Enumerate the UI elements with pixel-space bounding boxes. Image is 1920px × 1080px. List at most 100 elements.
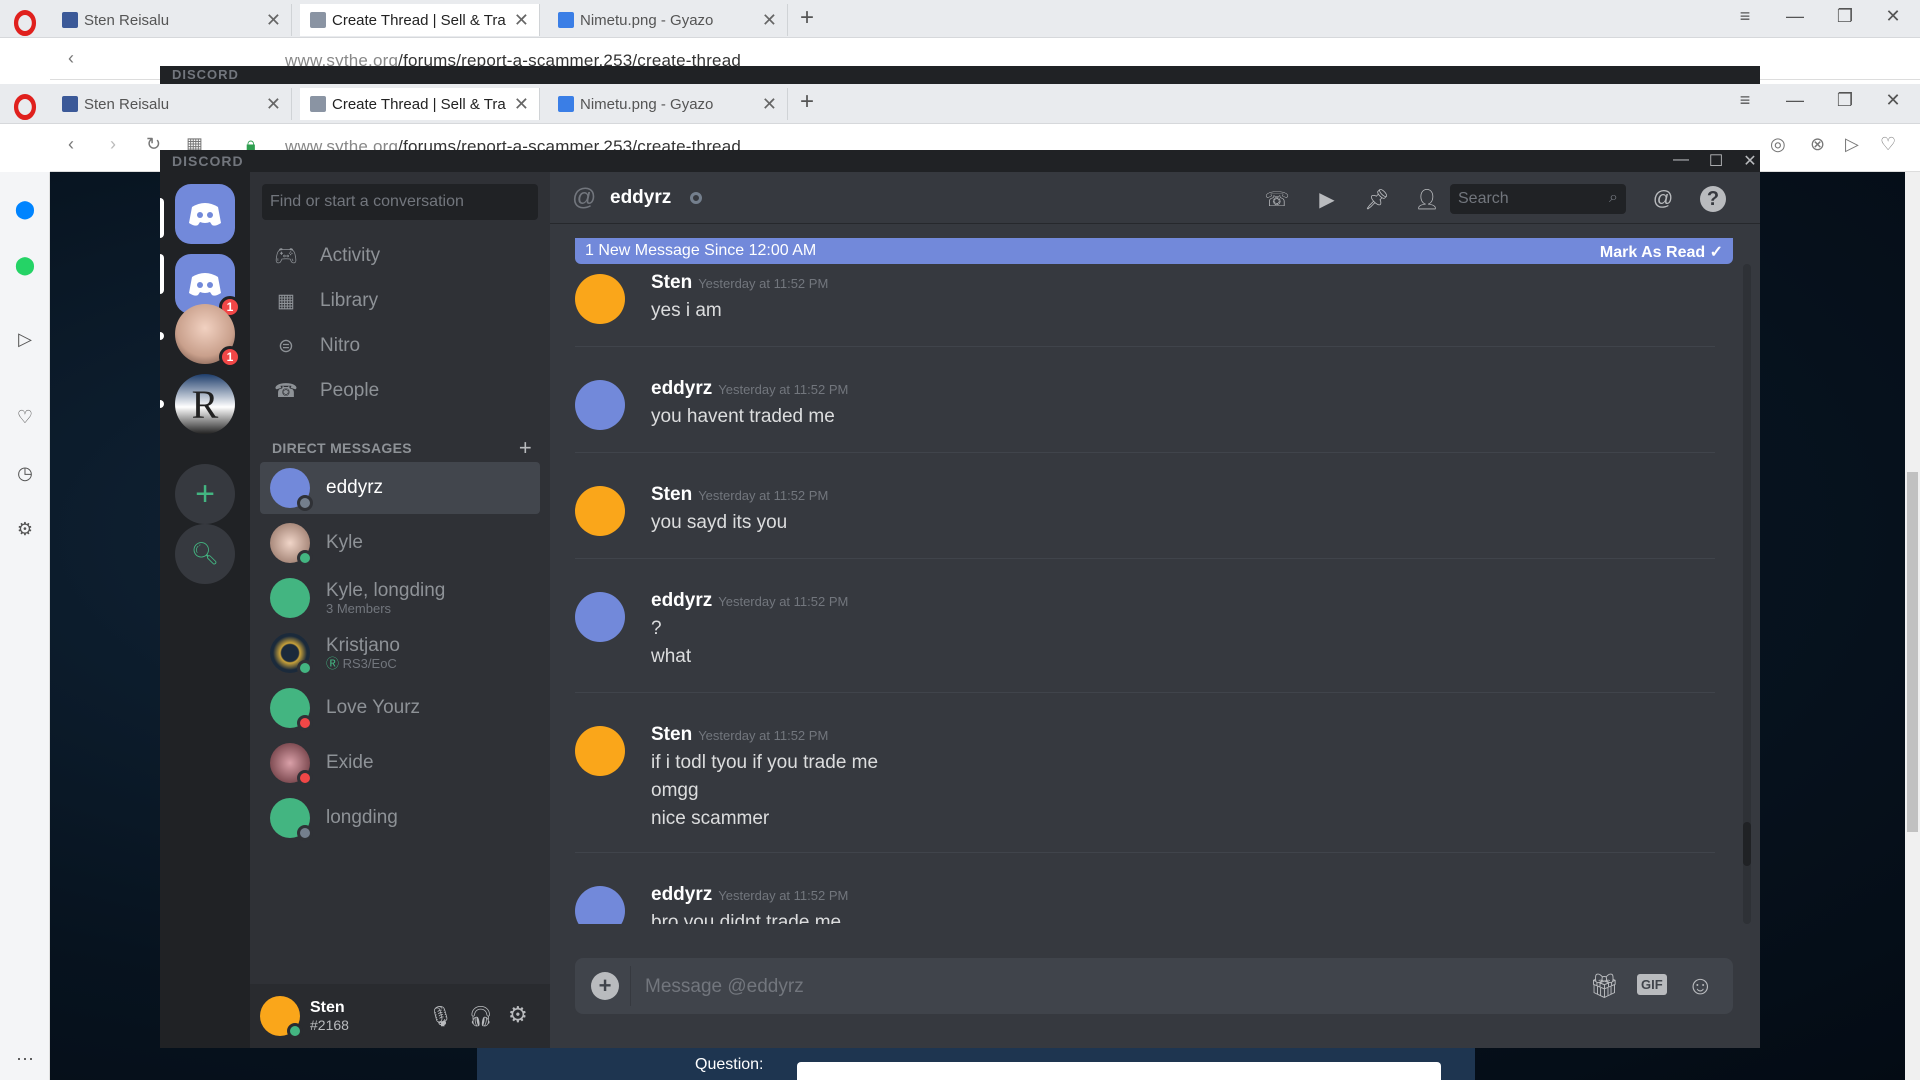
avatar[interactable]: [575, 726, 625, 776]
message-composer[interactable]: + Message @eddyrz 🎁︎ GIF ☺: [575, 958, 1733, 1014]
tab-gyazo[interactable]: Nimetu.png - Gyazo ✕: [548, 88, 788, 120]
scroll-thumb[interactable]: [1743, 822, 1751, 866]
dm-kristjano[interactable]: Kristjano Ⓡ RS3/EoC: [260, 627, 540, 679]
message-author[interactable]: eddyrz Yesterday at 11:52 PM: [651, 378, 848, 400]
nav-activity[interactable]: 🎮︎ Activity: [262, 234, 538, 278]
mark-as-read-button[interactable]: Mark As Read ✓: [1600, 242, 1723, 261]
vpn-icon[interactable]: ⊗: [1810, 134, 1825, 155]
microphone-icon[interactable]: 🎙︎: [428, 1004, 453, 1029]
upload-icon[interactable]: +: [591, 972, 619, 1000]
history-icon[interactable]: ◷: [12, 460, 38, 486]
avatar[interactable]: [575, 380, 625, 430]
gif-button[interactable]: GIF: [1637, 974, 1667, 995]
message-author[interactable]: Sten Yesterday at 11:52 PM: [651, 272, 828, 294]
close-tab-icon[interactable]: ✕: [266, 94, 281, 115]
send-icon[interactable]: ▷: [12, 326, 38, 352]
tab-create-thread[interactable]: Create Thread | Sell & Trad ✕: [300, 88, 540, 120]
forward-icon[interactable]: ›: [110, 134, 116, 155]
minimize-button[interactable]: —: [1780, 6, 1810, 27]
discord-window: DISCORD — ☐ ✕ 1 1 R + 🔍︎ Find or start a…: [160, 150, 1760, 1048]
new-tab-button[interactable]: +: [800, 88, 814, 116]
heart-icon[interactable]: ♡: [1880, 134, 1896, 155]
minimize-button[interactable]: —: [1670, 151, 1692, 169]
camera-icon[interactable]: ◎: [1770, 134, 1786, 155]
direct-messages-header: DIRECT MESSAGES +: [272, 435, 532, 460]
close-tab-icon[interactable]: ✕: [514, 94, 529, 115]
emoji-icon[interactable]: ☺: [1687, 970, 1714, 1001]
user-settings-icon[interactable]: ⚙: [508, 1002, 528, 1028]
help-icon[interactable]: ?: [1700, 186, 1726, 212]
dm-eddyrz[interactable]: eddyrz: [260, 462, 540, 514]
find-conversation-input[interactable]: Find or start a conversation: [262, 184, 538, 220]
minimize-button[interactable]: —: [1780, 90, 1810, 111]
message-author[interactable]: Sten Yesterday at 11:52 PM: [651, 724, 828, 746]
avatar: [270, 798, 313, 841]
user-avatar[interactable]: [260, 996, 303, 1039]
create-dm-button[interactable]: +: [519, 435, 532, 461]
guild-avatar[interactable]: 1: [175, 304, 241, 368]
dm-longding[interactable]: longding: [260, 792, 540, 844]
avatar[interactable]: [575, 886, 625, 924]
opera-logo-icon[interactable]: [13, 94, 37, 120]
nav-nitro[interactable]: ⊜ Nitro: [262, 324, 538, 368]
page-scrollbar[interactable]: [1905, 172, 1920, 1080]
add-server-button[interactable]: +: [175, 464, 235, 524]
dm-group-kyle-longding[interactable]: Kyle, longding 3 Members: [260, 572, 540, 624]
home-button[interactable]: [175, 184, 235, 244]
voice-call-icon[interactable]: ☏: [1264, 186, 1290, 212]
restore-button[interactable]: ❐: [1830, 90, 1860, 111]
whatsapp-icon[interactable]: ⬤: [12, 252, 38, 278]
nav-library[interactable]: ▦ Library: [262, 279, 538, 323]
messenger-icon[interactable]: ⬤: [12, 196, 38, 222]
close-window-button[interactable]: ✕: [1878, 90, 1908, 111]
more-icon[interactable]: ⋯: [12, 1046, 38, 1072]
question-input[interactable]: [797, 1062, 1441, 1080]
back-icon[interactable]: ‹: [68, 48, 74, 69]
dm-kyle[interactable]: Kyle: [260, 517, 540, 569]
nav-people[interactable]: ☎︎ People: [262, 369, 538, 413]
avatar: [270, 633, 313, 676]
message-input[interactable]: Message @eddyrz: [645, 976, 804, 998]
headphones-icon[interactable]: 🎧︎: [468, 1004, 493, 1029]
avatar[interactable]: [575, 274, 625, 324]
pin-icon[interactable]: 📌︎: [1364, 186, 1390, 212]
search-input[interactable]: Search ⌕: [1450, 184, 1626, 214]
back-icon[interactable]: ‹: [68, 134, 74, 155]
message-author[interactable]: eddyrz Yesterday at 11:52 PM: [651, 590, 848, 612]
close-tab-icon[interactable]: ✕: [762, 94, 777, 115]
send-icon[interactable]: ▷: [1845, 134, 1859, 155]
gift-icon[interactable]: 🎁︎: [1589, 972, 1619, 1001]
guild-runescape[interactable]: R: [175, 374, 235, 434]
add-friend-icon[interactable]: 👤︎: [1414, 186, 1440, 212]
message-scrollbar[interactable]: [1743, 264, 1751, 924]
tab-facebook[interactable]: Sten Reisalu ✕: [52, 88, 292, 120]
video-call-icon[interactable]: ▶︎: [1314, 186, 1340, 212]
avatar[interactable]: [575, 592, 625, 642]
maximize-button[interactable]: ☐: [1705, 151, 1727, 171]
tab-gyazo[interactable]: Nimetu.png - Gyazo ✕: [548, 4, 788, 36]
close-window-button[interactable]: ✕: [1878, 6, 1908, 27]
avatar[interactable]: [575, 486, 625, 536]
close-tab-icon[interactable]: ✕: [266, 10, 281, 31]
tab-menu-icon[interactable]: ≡: [1730, 90, 1760, 111]
message-author[interactable]: eddyrz Yesterday at 11:52 PM: [651, 884, 848, 906]
heart-icon[interactable]: ♡: [12, 404, 38, 430]
new-messages-bar[interactable]: 1 New Message Since 12:00 AM Mark As Rea…: [575, 238, 1733, 264]
opera-logo-icon[interactable]: [13, 10, 37, 36]
explore-icon[interactable]: 🔍︎: [175, 524, 235, 584]
reload-icon[interactable]: ↻: [146, 134, 161, 155]
tab-facebook[interactable]: Sten Reisalu ✕: [52, 4, 292, 36]
close-button[interactable]: ✕: [1739, 151, 1760, 171]
close-tab-icon[interactable]: ✕: [762, 10, 777, 31]
restore-button[interactable]: ❐: [1830, 6, 1860, 27]
dm-exide[interactable]: Exide: [260, 737, 540, 789]
settings-icon[interactable]: ⚙: [12, 516, 38, 542]
mentions-icon[interactable]: @: [1650, 186, 1676, 212]
new-tab-button[interactable]: +: [800, 4, 814, 32]
dm-love-yourz[interactable]: Love Yourz: [260, 682, 540, 734]
message-author[interactable]: Sten Yesterday at 11:52 PM: [651, 484, 828, 506]
close-tab-icon[interactable]: ✕: [514, 10, 529, 31]
message-text: bro you didnt trade me: [651, 912, 842, 924]
tab-menu-icon[interactable]: ≡: [1730, 6, 1760, 27]
tab-create-thread[interactable]: Create Thread | Sell & Trad ✕: [300, 4, 540, 36]
